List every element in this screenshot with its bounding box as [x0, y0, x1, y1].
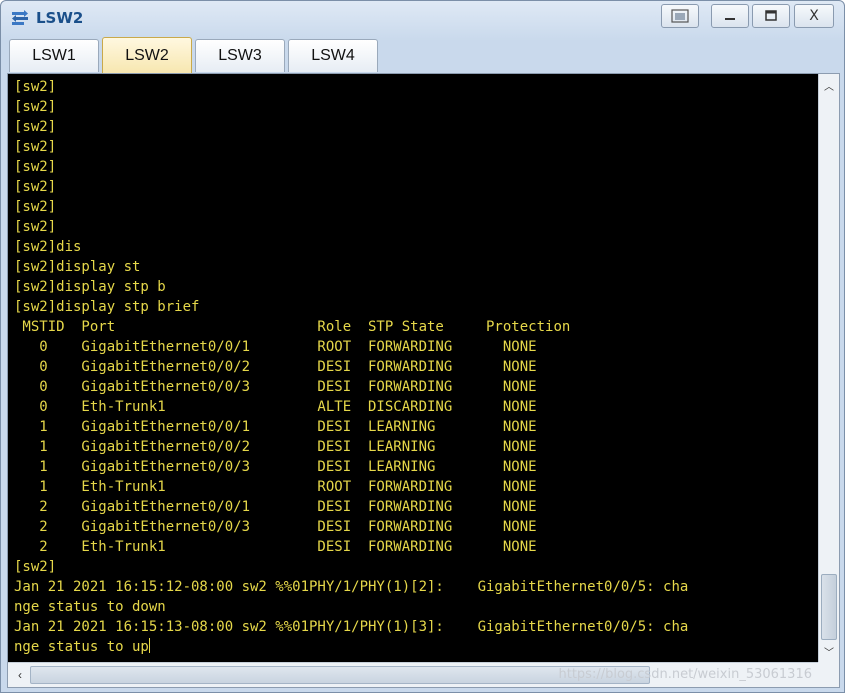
terminal-input-line[interactable]: nge status to up	[14, 637, 818, 657]
device-tab-bar: LSW1 LSW2 LSW3 LSW4	[7, 37, 839, 73]
terminal-line: 2 Eth-Trunk1 DESI FORWARDING NONE	[14, 539, 537, 555]
close-button[interactable]: X	[794, 4, 834, 28]
terminal-line: Jan 21 2021 16:15:12-08:00 sw2 %%01PHY/1…	[14, 579, 689, 595]
vertical-scroll-thumb[interactable]	[821, 574, 837, 640]
terminal-line: 2 GigabitEthernet0/0/3 DESI FORWARDING N…	[14, 519, 537, 535]
terminal-line: [sw2]	[14, 79, 57, 95]
terminal-line: 0 GigabitEthernet0/0/1 ROOT FORWARDING N…	[14, 339, 537, 355]
terminal-line: 0 Eth-Trunk1 ALTE DISCARDING NONE	[14, 399, 537, 415]
terminal-line: [sw2]display stp b	[14, 279, 166, 295]
terminal-line: [sw2]	[14, 219, 57, 235]
terminal-line: 1 GigabitEthernet0/0/3 DESI LEARNING NON…	[14, 459, 537, 475]
terminal-line: nge status to down	[14, 599, 166, 615]
minimize-icon	[725, 18, 735, 20]
terminal-frame: [sw2] [sw2] [sw2] [sw2] [sw2] [sw2] [sw2] [sw2]…	[7, 73, 840, 688]
scroll-down-arrow-icon[interactable]: ﹀	[819, 642, 839, 660]
horizontal-scroll-thumb[interactable]	[30, 666, 650, 684]
tab-lsw3[interactable]: LSW3	[195, 39, 285, 72]
maximize-icon	[765, 10, 777, 21]
scrollbar-corner	[818, 662, 839, 687]
vertical-scrollbar[interactable]: ︿ ﹀	[818, 74, 839, 662]
terminal-line: [sw2]display stp brief	[14, 299, 200, 315]
horizontal-scrollbar[interactable]: ‹ https://blog.csdn.net/weixin_53061316	[8, 662, 818, 687]
terminal-line: [sw2]	[14, 199, 57, 215]
restore-layout-button[interactable]	[661, 4, 699, 28]
terminal-line: 1 Eth-Trunk1 ROOT FORWARDING NONE	[14, 479, 537, 495]
terminal-line: 2 GigabitEthernet0/0/1 DESI FORWARDING N…	[14, 499, 537, 515]
terminal-line: 0 GigabitEthernet0/0/3 DESI FORWARDING N…	[14, 379, 537, 395]
minimize-button[interactable]	[711, 4, 749, 28]
terminal-line: 1 GigabitEthernet0/0/1 DESI LEARNING NON…	[14, 419, 537, 435]
tab-lsw4[interactable]: LSW4	[288, 39, 378, 72]
window-title: LSW2	[36, 9, 84, 27]
terminal-line: 0 GigabitEthernet0/0/2 DESI FORWARDING N…	[14, 359, 537, 375]
terminal-line: [sw2]display st	[14, 259, 141, 275]
terminal-line: 1 GigabitEthernet0/0/2 DESI LEARNING NON…	[14, 439, 537, 455]
terminal-line: MSTID Port Role STP State Protection	[14, 319, 571, 335]
terminal-input-text: nge status to up	[14, 639, 149, 655]
title-bar[interactable]: LSW2 X	[1, 1, 844, 33]
scroll-up-arrow-icon[interactable]: ︿	[819, 76, 839, 94]
switch-app-icon	[12, 10, 28, 25]
terminal-line: [sw2]dis	[14, 239, 82, 255]
app-window: LSW2 X LSW1 LSW2 LSW3 LSW4 [sw2] [sw2] [sw…	[0, 0, 845, 693]
terminal-line: [sw2]	[14, 179, 57, 195]
watermark-text: https://blog.csdn.net/weixin_53061316	[558, 667, 812, 682]
terminal-line: [sw2]	[14, 119, 57, 135]
terminal-line: Jan 21 2021 16:15:13-08:00 sw2 %%01PHY/1…	[14, 619, 689, 635]
terminal-line: [sw2]	[14, 99, 57, 115]
terminal-line: [sw2]	[14, 159, 57, 175]
maximize-button[interactable]	[752, 4, 790, 28]
terminal-line: [sw2]	[14, 139, 57, 155]
window-layout-icon	[671, 9, 689, 23]
terminal-console[interactable]: [sw2] [sw2] [sw2] [sw2] [sw2] [sw2] [sw2] [sw2]…	[8, 74, 818, 662]
tab-lsw1[interactable]: LSW1	[9, 39, 99, 72]
text-cursor	[148, 638, 150, 653]
terminal-line: [sw2]	[14, 559, 57, 575]
scroll-left-arrow-icon[interactable]: ‹	[12, 667, 28, 683]
tab-lsw2[interactable]: LSW2	[102, 37, 192, 73]
